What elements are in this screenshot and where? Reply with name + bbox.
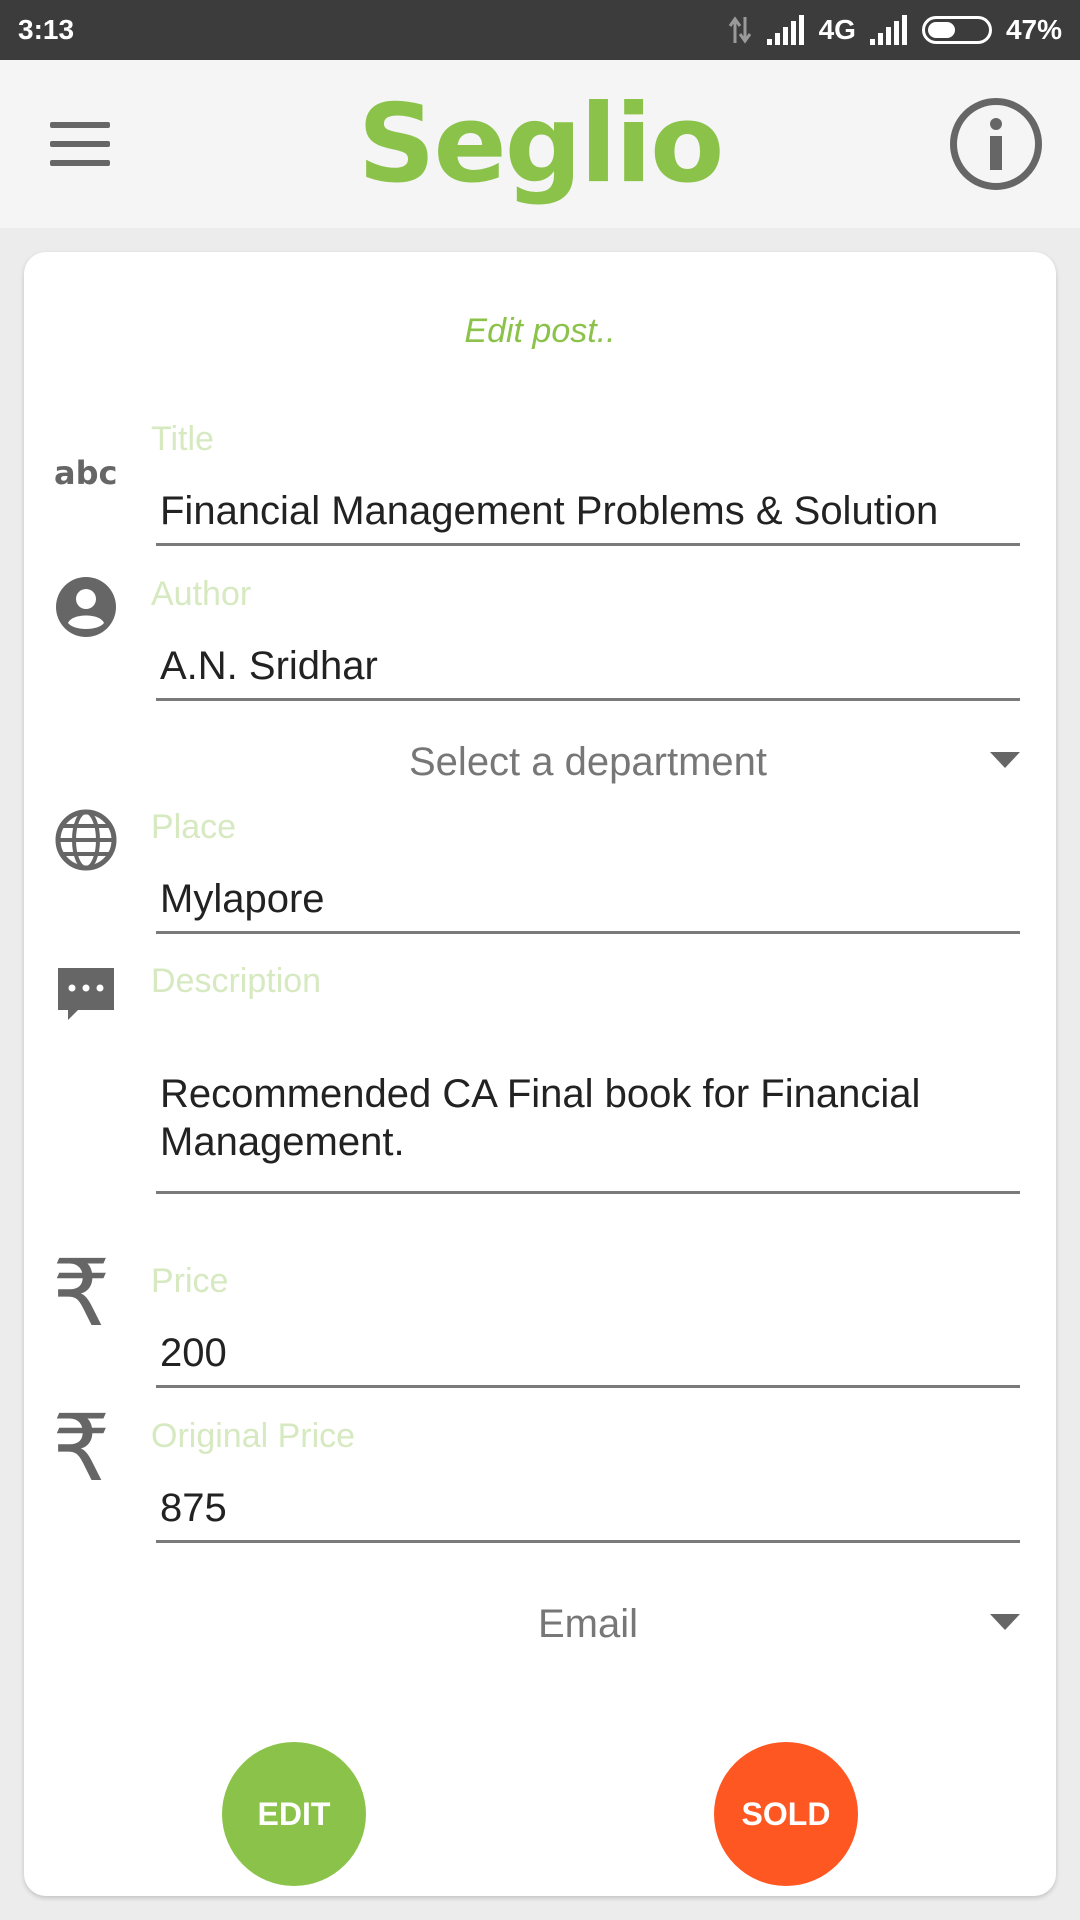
info-glyph bbox=[990, 118, 1002, 170]
data-transfer-icon bbox=[728, 16, 751, 44]
original-price-label: Original Price bbox=[151, 1417, 356, 1455]
title-input[interactable]: Financial Management Problems & Solution bbox=[156, 482, 1020, 546]
contact-dropdown[interactable]: Email bbox=[156, 1594, 1020, 1654]
battery-percent: 47% bbox=[1005, 14, 1062, 45]
department-value: Select a department bbox=[409, 739, 767, 784]
status-icons: 4G 47% bbox=[727, 14, 1062, 46]
title-label: Title bbox=[151, 420, 214, 458]
app-bar: Seglio bbox=[0, 60, 1080, 228]
sold-button-label: SOLD bbox=[741, 1795, 831, 1832]
svg-text:abc: abc bbox=[54, 454, 117, 490]
chevron-down-icon bbox=[990, 1614, 1020, 1630]
signal-icon bbox=[766, 15, 804, 45]
edit-button[interactable]: EDIT bbox=[222, 1742, 366, 1886]
rupee-icon: ₹ bbox=[52, 1395, 111, 1502]
author-label: Author bbox=[151, 575, 252, 613]
status-bar: 3:13 4G 47% bbox=[0, 0, 1080, 60]
signal-icon-2 bbox=[869, 15, 907, 45]
description-label: Description bbox=[151, 962, 322, 1000]
department-dropdown[interactable]: Select a department bbox=[156, 732, 1020, 792]
place-label: Place bbox=[151, 808, 237, 846]
card-heading: Edit post.. bbox=[464, 312, 616, 350]
account-circle-icon bbox=[54, 575, 118, 644]
battery-fill bbox=[927, 22, 956, 38]
place-input[interactable]: Mylapore bbox=[156, 870, 1020, 934]
rupee-icon: ₹ bbox=[52, 1240, 111, 1347]
price-label: Price bbox=[151, 1262, 229, 1300]
author-input[interactable]: A.N. Sridhar bbox=[156, 637, 1020, 701]
original-price-input[interactable]: 875 bbox=[156, 1479, 1020, 1543]
abc-text-icon: abc bbox=[54, 454, 118, 495]
globe-icon bbox=[54, 808, 118, 877]
status-time: 3:13 bbox=[18, 14, 75, 45]
sold-button[interactable]: SOLD bbox=[714, 1742, 858, 1886]
price-input[interactable]: 200 bbox=[156, 1324, 1020, 1388]
edit-post-card: Edit post.. abc Title Financial Manageme… bbox=[24, 252, 1056, 1896]
description-input[interactable]: Recommended CA Final book for Financial … bbox=[156, 1070, 1020, 1194]
edit-button-label: EDIT bbox=[257, 1795, 331, 1832]
chevron-down-icon bbox=[990, 752, 1020, 768]
contact-value: Email bbox=[537, 1601, 639, 1646]
comment-icon bbox=[54, 964, 118, 1033]
info-icon[interactable] bbox=[950, 98, 1042, 190]
network-type: 4G bbox=[818, 14, 856, 45]
app-logo: Seglio bbox=[357, 82, 725, 207]
battery-icon bbox=[921, 16, 992, 44]
